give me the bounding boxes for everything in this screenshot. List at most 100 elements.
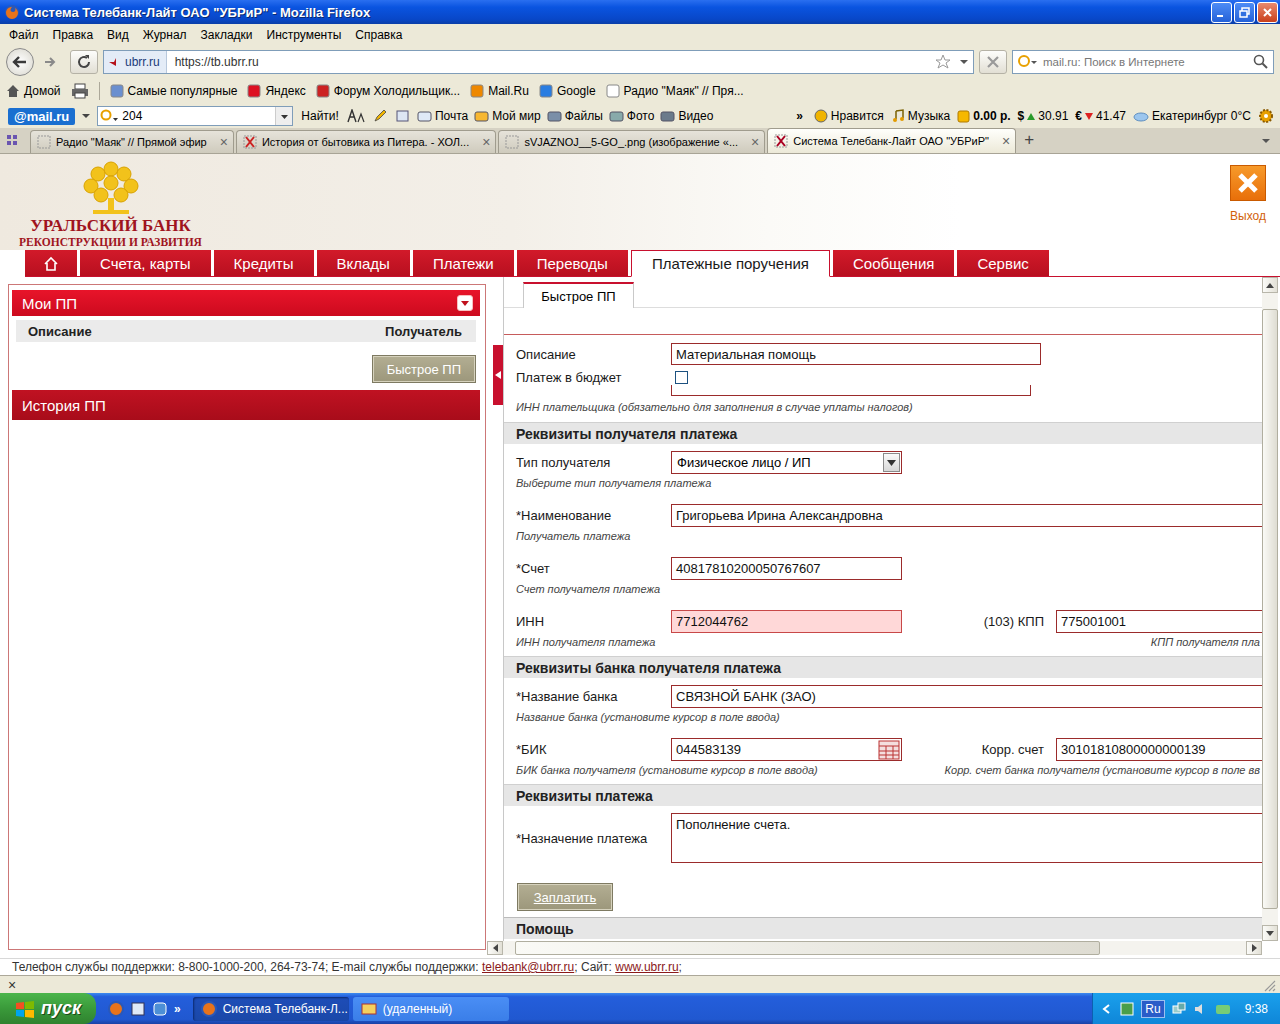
scroll-track[interactable] (503, 941, 1246, 955)
budget-checkbox[interactable] (675, 371, 688, 384)
mailru-link[interactable]: Почта (417, 109, 468, 123)
maximize-button[interactable] (1234, 2, 1255, 23)
scroll-up-button[interactable] (1262, 277, 1278, 293)
pay-button[interactable]: Заплатить (517, 883, 613, 911)
bank-logo[interactable]: УРАЛЬСКИЙ БАНКРЕКОНСТРУКЦИИ И РАЗВИТИЯ (18, 160, 203, 249)
menu-item[interactable]: Закладки (194, 28, 260, 42)
new-tab-button[interactable]: + (1018, 129, 1040, 153)
text-field[interactable]: 044583139 (671, 738, 902, 761)
tray-arrow-icon[interactable] (1101, 1003, 1113, 1015)
forward-button[interactable] (39, 52, 61, 72)
pencil-icon[interactable] (373, 109, 389, 123)
text-field[interactable]: 40817810200050767607 (671, 557, 902, 580)
panel-toggle[interactable] (493, 345, 503, 405)
email-link[interactable]: telebank@ubrr.ru (482, 960, 574, 974)
site-identity[interactable]: ubrr.ru (104, 51, 167, 73)
nav-tab[interactable]: Сервис (957, 250, 1048, 276)
menu-item[interactable]: Справка (348, 28, 409, 42)
mailru-link[interactable]: Мой мир (474, 109, 540, 123)
dropdown-icon[interactable] (81, 111, 91, 121)
menu-item[interactable]: Файл (2, 28, 46, 42)
nav-tab[interactable]: Платежи (413, 250, 514, 276)
nav-tab[interactable]: Счета, карты (80, 250, 211, 276)
mailru-logo[interactable]: @mail.ru (8, 108, 75, 125)
tray-app-icon[interactable] (1119, 1001, 1135, 1017)
tab-close-button[interactable]: × (1002, 134, 1010, 148)
collapse-button[interactable] (457, 295, 473, 311)
font-icon[interactable] (347, 109, 367, 123)
magnifier-icon[interactable] (1253, 54, 1269, 70)
mailru-dropdown[interactable] (275, 107, 292, 125)
tab-close-button[interactable]: × (220, 135, 228, 149)
messenger-icon[interactable] (1215, 1001, 1231, 1017)
mailru-link[interactable]: Фото (609, 109, 655, 123)
browser-tab[interactable]: sVJAZNOJ__5-GO_.png (изображение «...× (498, 130, 765, 153)
task-button[interactable]: Система Телебанк-Л... (193, 997, 349, 1021)
minimize-button[interactable] (1211, 2, 1232, 23)
bookmark-item[interactable]: Самые популярные (110, 84, 238, 98)
box-icon[interactable] (395, 109, 411, 123)
bookmark-item[interactable]: Яндекс (247, 84, 305, 98)
start-button[interactable]: пуск (0, 993, 96, 1024)
stop-button[interactable] (979, 50, 1007, 74)
close-button[interactable] (1257, 2, 1278, 23)
more-button[interactable]: » (792, 109, 807, 123)
network-icon[interactable] (1171, 1001, 1187, 1017)
eur-rate[interactable]: €41.47 (1075, 109, 1126, 123)
menu-item[interactable]: Вид (100, 28, 136, 42)
browser-tab[interactable]: Система Телебанк-Лайт ОАО "УБРиР"× (767, 128, 1016, 153)
bookmark-home[interactable]: Домой (6, 84, 61, 98)
search-box[interactable]: mail.ru: Поиск в Интернете (1012, 50, 1274, 74)
bookmark-item[interactable]: Mail.Ru (470, 84, 529, 98)
description-field[interactable]: Материальная помощь (671, 343, 1041, 365)
recipient-type-select[interactable]: Физическое лицо / ИП (671, 451, 902, 474)
bookmark-item[interactable]: Радио "Маяк" // Пря... (606, 84, 744, 98)
bookmark-item[interactable]: Google (539, 84, 596, 98)
reload-button[interactable] (70, 50, 98, 74)
usd-rate[interactable]: $30.91 (1018, 109, 1069, 123)
exit-button[interactable]: Выход (1230, 165, 1266, 223)
vertical-scrollbar[interactable] (1262, 277, 1278, 941)
help-section[interactable]: Помощь (504, 917, 1262, 939)
quick-order-button[interactable]: Быстрое ПП (372, 355, 476, 383)
text-field[interactable]: СВЯЗНОЙ БАНК (ЗАО) (671, 685, 1262, 708)
scroll-down-button[interactable] (1262, 925, 1278, 941)
tab-close-button[interactable]: × (482, 135, 490, 149)
payer-inn-field[interactable] (671, 385, 1031, 396)
text-field[interactable]: 775001001 (1056, 610, 1262, 633)
quick-launch-more[interactable]: » (174, 1002, 181, 1016)
site-link[interactable]: www.ubrr.ru (615, 960, 678, 974)
menu-item[interactable]: Правка (46, 28, 101, 42)
browser-tab[interactable]: Радио "Маяк" // Прямой эфир× (30, 130, 234, 153)
music-widget[interactable]: Музыка (891, 109, 950, 123)
tab-close-button[interactable]: × (751, 135, 759, 149)
like-widget[interactable]: Нравится (814, 109, 884, 123)
text-field[interactable]: 30101810800000000139 (1056, 738, 1262, 761)
print-icon[interactable] (71, 83, 89, 99)
history-header[interactable]: История ПП (12, 390, 480, 420)
horizontal-scrollbar[interactable] (487, 941, 1262, 955)
dropdown-icon[interactable] (959, 57, 969, 67)
scroll-left-button[interactable] (487, 941, 503, 955)
firefox-icon[interactable] (108, 1001, 124, 1017)
tab-menu-icon[interactable] (1260, 135, 1272, 147)
directory-icon[interactable] (878, 740, 900, 760)
purpose-textarea[interactable]: Пополнение счета. (671, 813, 1262, 863)
nav-tab[interactable]: Платежные поручения (631, 250, 830, 277)
app-icon[interactable] (130, 1001, 146, 1017)
url-bar[interactable]: ubrr.ruhttps://tb.ubrr.ru (103, 50, 974, 74)
home-tab[interactable] (25, 250, 77, 276)
text-field[interactable]: Григорьева Ирина Александровна (671, 504, 1262, 527)
browser-tab[interactable]: История от бытовика из Питера. - ХОЛ...× (236, 130, 497, 153)
form-tab[interactable]: Быстрое ПП (523, 282, 634, 308)
mailru-search-field[interactable]: 204 (97, 106, 293, 126)
resize-grip-icon[interactable] (1262, 978, 1276, 992)
menu-item[interactable]: Инструменты (260, 28, 349, 42)
my-orders-header[interactable]: Мои ПП (12, 290, 480, 316)
nav-tab[interactable]: Сообщения (833, 250, 954, 276)
column-header[interactable]: Описание (28, 324, 92, 339)
language-indicator[interactable]: Ru (1141, 1000, 1164, 1018)
nav-tab[interactable]: Вклады (317, 250, 410, 276)
star-icon[interactable] (935, 54, 951, 70)
find-button[interactable]: Найти! (299, 109, 341, 123)
